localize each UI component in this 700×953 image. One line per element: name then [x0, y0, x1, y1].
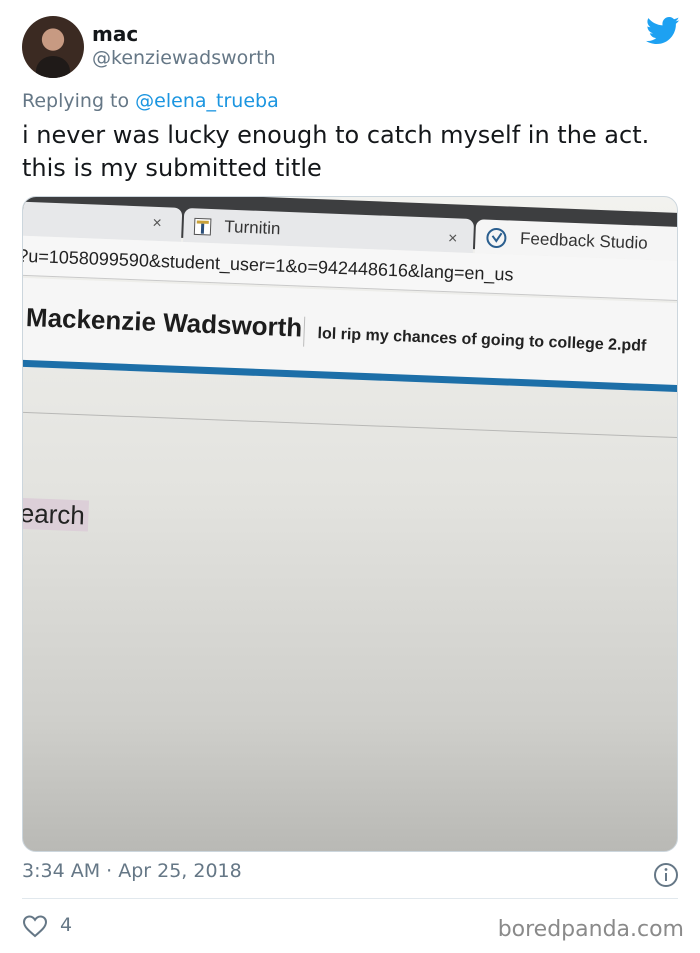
tweet-card: mac @kenziewadsworth Replying to @elena_…	[0, 0, 700, 953]
heart-icon[interactable]	[22, 914, 48, 938]
search-label: Search	[23, 497, 90, 532]
user-handle[interactable]: @kenziewadsworth	[92, 47, 276, 69]
reply-prefix: Replying to	[22, 90, 130, 112]
tweet-photo[interactable]: × Turnitin × Feedback Studio s/?u=105809…	[22, 196, 678, 852]
student-name: Mackenzie Wadsworth	[25, 301, 303, 343]
feedback-studio-icon	[486, 227, 507, 248]
tweet-divider	[22, 898, 678, 899]
turnitin-logo-icon	[193, 217, 212, 236]
reply-context: Replying to @elena_trueba	[22, 90, 279, 112]
tab-close-icon: ×	[152, 214, 163, 233]
twitter-bird-icon[interactable]	[646, 16, 680, 46]
reply-mention-link[interactable]: @elena_trueba	[135, 90, 279, 112]
tab-label: Feedback Studio	[519, 228, 649, 253]
panel-divider	[23, 410, 677, 440]
info-icon[interactable]	[653, 862, 679, 888]
submission-title: lol rip my chances of going to college 2…	[317, 325, 647, 355]
tab-close-icon: ×	[447, 230, 458, 248]
avatar[interactable]	[22, 16, 84, 78]
screen-photo-content: × Turnitin × Feedback Studio s/?u=105809…	[23, 197, 677, 851]
tab-label: Turnitin	[224, 217, 281, 239]
watermark: boredpanda.com	[497, 917, 684, 942]
header-divider	[303, 316, 306, 347]
like-count: 4	[60, 914, 73, 936]
tweet-timestamp[interactable]: 3:34 AM · Apr 25, 2018	[22, 860, 242, 882]
tweet-text: i never was lucky enough to catch myself…	[22, 121, 650, 182]
display-name[interactable]: mac	[92, 22, 138, 46]
